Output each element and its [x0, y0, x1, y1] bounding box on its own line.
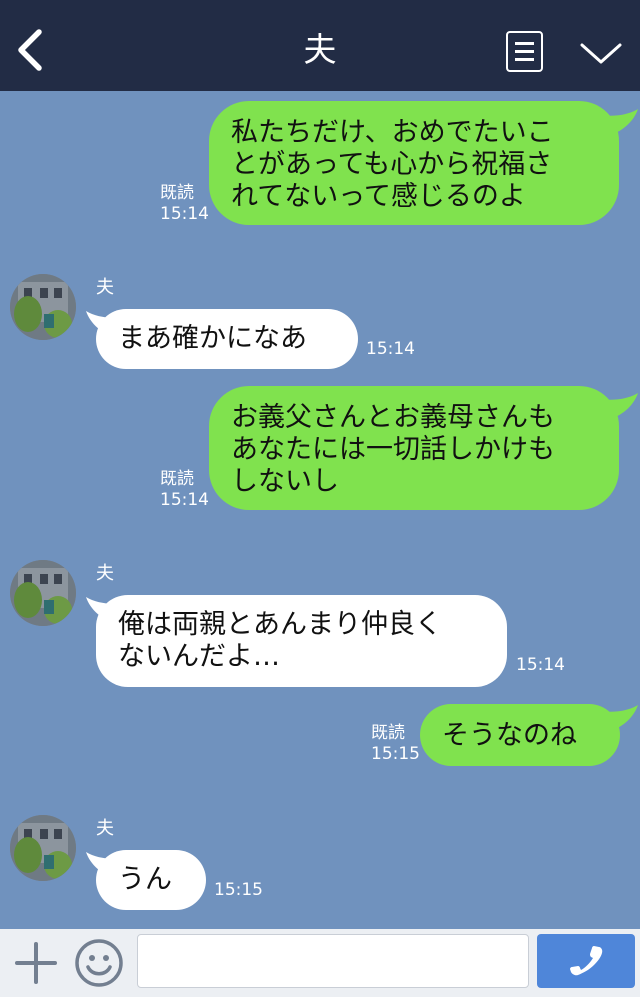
- chat-header: 夫: [0, 0, 640, 91]
- read-receipt: 既読: [371, 723, 405, 743]
- chat-title: 夫: [303, 30, 337, 69]
- message-bubble[interactable]: そうなのね: [420, 704, 620, 766]
- emoji-button[interactable]: [74, 938, 124, 988]
- call-button[interactable]: [537, 934, 635, 988]
- menu-icon-line: [515, 50, 534, 53]
- message-time: 15:14: [516, 655, 565, 675]
- message-time: 15:15: [371, 744, 420, 764]
- message-meta: 既読 15:14: [160, 469, 209, 511]
- avatar-image: [10, 560, 76, 626]
- message-bubble[interactable]: 私たちだけ、おめでたいこ とがあっても心から祝福さ れてないって感じるのよ: [209, 101, 619, 225]
- message-time: 15:14: [366, 339, 415, 359]
- message-incoming: 夫 俺は両親とあんまり仲良く ないんだよ… 15:14: [0, 557, 640, 697]
- avatar-image: [10, 815, 76, 881]
- message-bubble[interactable]: お義父さんとお義母さんも あなたには一切話しかけも しないし: [209, 386, 619, 510]
- message-time: 15:14: [160, 204, 209, 224]
- avatar[interactable]: [10, 274, 76, 340]
- message-meta: 既読 15:15: [371, 723, 420, 765]
- message-input-bar: [0, 929, 640, 997]
- add-attachment-button[interactable]: [14, 941, 58, 985]
- avatar[interactable]: [10, 560, 76, 626]
- expand-button[interactable]: [578, 36, 624, 70]
- message-incoming: 夫 まあ確かになあ 15:14: [0, 271, 640, 371]
- message-list[interactable]: 既読 15:14 私たちだけ、おめでたいこ とがあっても心から祝福さ れてないっ…: [0, 91, 640, 929]
- message-time: 15:15: [214, 880, 263, 900]
- message-outgoing: 既読 15:15 そうなのね: [0, 701, 640, 771]
- message-time: 15:14: [160, 490, 209, 510]
- menu-button[interactable]: [506, 31, 543, 72]
- read-receipt: 既読: [160, 183, 194, 203]
- message-bubble[interactable]: 俺は両親とあんまり仲良く ないんだよ…: [96, 595, 507, 687]
- phone-icon: [570, 946, 603, 976]
- message-outgoing: 既読 15:14 私たちだけ、おめでたいこ とがあっても心から祝福さ れてないっ…: [0, 91, 640, 231]
- message-incoming: 夫 うん 15:15: [0, 812, 640, 917]
- read-receipt: 既読: [160, 469, 194, 489]
- sender-name: 夫: [96, 563, 114, 584]
- menu-icon-line: [515, 58, 534, 61]
- message-bubble[interactable]: うん: [96, 850, 206, 910]
- sender-name: 夫: [96, 818, 114, 839]
- message-bubble[interactable]: まあ確かになあ: [96, 309, 358, 369]
- avatar[interactable]: [10, 815, 76, 881]
- smiley-icon: [75, 939, 123, 987]
- avatar-image: [10, 274, 76, 340]
- message-meta: 既読 15:14: [160, 183, 209, 225]
- message-outgoing: 既読 15:14 お義父さんとお義母さんも あなたには一切話しかけも しないし: [0, 381, 640, 521]
- chevron-down-icon: [580, 43, 622, 64]
- message-input[interactable]: [137, 934, 529, 988]
- menu-icon-line: [515, 42, 534, 45]
- sender-name: 夫: [96, 277, 114, 298]
- plus-icon: [15, 942, 57, 984]
